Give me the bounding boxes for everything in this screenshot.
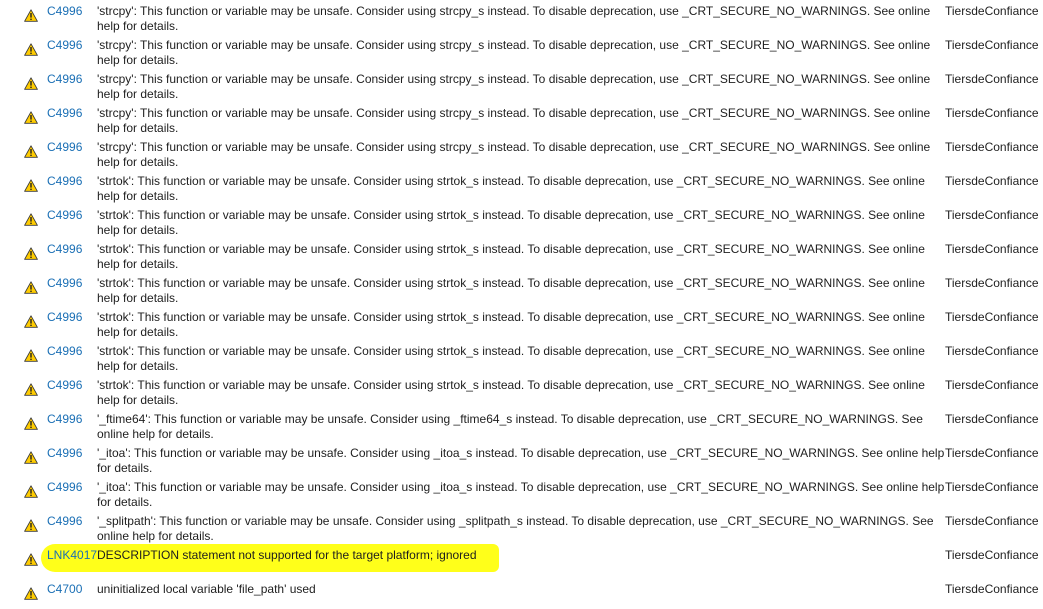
error-description: '_splitpath': This function or variable … xyxy=(97,514,934,543)
error-list-row[interactable]: C4996 '_itoa': This function or variable… xyxy=(0,476,1043,510)
warning-icon xyxy=(24,485,38,498)
error-code-link[interactable]: C4996 xyxy=(47,72,82,87)
error-description: uninitialized local variable 'file_path'… xyxy=(97,582,316,596)
error-project: TiersdeConfiance xyxy=(945,548,1039,562)
error-description: '_itoa': This function or variable may b… xyxy=(97,480,945,509)
error-list-row[interactable]: C4996 'strcpy': This function or variabl… xyxy=(0,68,1043,102)
error-list-row[interactable]: C4996 'strtok': This function or variabl… xyxy=(0,306,1043,340)
error-list: C4996 'strcpy': This function or variabl… xyxy=(0,0,1043,608)
error-description: 'strcpy': This function or variable may … xyxy=(97,106,931,135)
error-code-link[interactable]: C4996 xyxy=(47,208,82,223)
warning-icon xyxy=(24,417,38,430)
error-code-link[interactable]: C4700 xyxy=(47,582,82,597)
error-project: TiersdeConfiance xyxy=(945,344,1039,358)
error-description: 'strtok': This function or variable may … xyxy=(97,174,925,203)
error-code-link[interactable]: C4996 xyxy=(47,276,82,291)
error-list-row[interactable]: C4996 'strcpy': This function or variabl… xyxy=(0,102,1043,136)
error-list-row[interactable]: C4996 '_ftime64': This function or varia… xyxy=(0,408,1043,442)
error-code-link[interactable]: C4996 xyxy=(47,106,82,121)
error-description: 'strtok': This function or variable may … xyxy=(97,208,925,237)
warning-icon xyxy=(24,349,38,362)
error-code-link[interactable]: C4996 xyxy=(47,514,82,529)
error-code-link[interactable]: C4996 xyxy=(47,446,82,461)
warning-icon xyxy=(24,179,38,192)
error-description: 'strtok': This function or variable may … xyxy=(97,378,925,407)
warning-icon xyxy=(24,111,38,124)
error-project: TiersdeConfiance xyxy=(945,242,1039,256)
error-list-row[interactable]: LNK4017 DESCRIPTION statement not suppor… xyxy=(0,544,1043,578)
error-list-row[interactable]: C4996 'strtok': This function or variabl… xyxy=(0,374,1043,408)
error-description: 'strtok': This function or variable may … xyxy=(97,242,925,271)
error-project: TiersdeConfiance xyxy=(945,446,1039,460)
error-list-row[interactable]: C4996 'strtok': This function or variabl… xyxy=(0,272,1043,306)
error-description: 'strcpy': This function or variable may … xyxy=(97,72,931,101)
error-list-row[interactable]: C4996 'strtok': This function or variabl… xyxy=(0,170,1043,204)
error-code-link[interactable]: C4996 xyxy=(47,38,82,53)
error-code-link[interactable]: C4996 xyxy=(47,174,82,189)
error-code-link[interactable]: C4996 xyxy=(47,310,82,325)
error-code-link[interactable]: C4996 xyxy=(47,242,82,257)
error-list-row[interactable]: C4996 'strtok': This function or variabl… xyxy=(0,204,1043,238)
error-project: TiersdeConfiance xyxy=(945,582,1039,596)
error-description: 'strcpy': This function or variable may … xyxy=(97,38,931,67)
error-description: 'strcpy': This function or variable may … xyxy=(97,4,931,33)
warning-icon xyxy=(24,315,38,328)
error-project: TiersdeConfiance xyxy=(945,38,1039,52)
error-description: 'strtok': This function or variable may … xyxy=(97,310,925,339)
error-description: 'strcpy': This function or variable may … xyxy=(97,140,931,169)
error-description: DESCRIPTION statement not supported for … xyxy=(97,548,477,562)
error-project: TiersdeConfiance xyxy=(945,480,1039,494)
warning-icon xyxy=(24,77,38,90)
warning-icon xyxy=(24,587,38,600)
error-project: TiersdeConfiance xyxy=(945,378,1039,392)
error-list-row[interactable]: C4700 uninitialized local variable 'file… xyxy=(0,578,1043,608)
error-list-row[interactable]: C4996 '_itoa': This function or variable… xyxy=(0,442,1043,476)
error-list-row[interactable]: C4996 'strtok': This function or variabl… xyxy=(0,238,1043,272)
warning-icon xyxy=(24,213,38,226)
error-project: TiersdeConfiance xyxy=(945,4,1039,18)
error-project: TiersdeConfiance xyxy=(945,174,1039,188)
error-project: TiersdeConfiance xyxy=(945,208,1039,222)
error-description: 'strtok': This function or variable may … xyxy=(97,276,925,305)
error-code-link[interactable]: C4996 xyxy=(47,140,82,155)
error-description: '_itoa': This function or variable may b… xyxy=(97,446,945,475)
error-code-link[interactable]: C4996 xyxy=(47,412,82,427)
error-list-row[interactable]: C4996 'strtok': This function or variabl… xyxy=(0,340,1043,374)
error-code-link[interactable]: C4996 xyxy=(47,344,82,359)
error-project: TiersdeConfiance xyxy=(945,72,1039,86)
error-code-link[interactable]: C4996 xyxy=(47,480,82,495)
error-project: TiersdeConfiance xyxy=(945,106,1039,120)
error-code-link[interactable]: LNK4017 xyxy=(47,548,97,563)
error-project: TiersdeConfiance xyxy=(945,276,1039,290)
error-project: TiersdeConfiance xyxy=(945,310,1039,324)
warning-icon xyxy=(24,451,38,464)
error-project: TiersdeConfiance xyxy=(945,514,1039,528)
warning-icon xyxy=(24,553,38,566)
warning-icon xyxy=(24,43,38,56)
error-description: '_ftime64': This function or variable ma… xyxy=(97,412,923,441)
warning-icon xyxy=(24,519,38,532)
error-code-link[interactable]: C4996 xyxy=(47,378,82,393)
warning-icon xyxy=(24,281,38,294)
error-list-row[interactable]: C4996 'strcpy': This function or variabl… xyxy=(0,0,1043,34)
warning-icon xyxy=(24,9,38,22)
error-list-row[interactable]: C4996 'strcpy': This function or variabl… xyxy=(0,136,1043,170)
error-list-row[interactable]: C4996 'strcpy': This function or variabl… xyxy=(0,34,1043,68)
warning-icon xyxy=(24,383,38,396)
error-description: 'strtok': This function or variable may … xyxy=(97,344,925,373)
error-code-link[interactable]: C4996 xyxy=(47,4,82,19)
warning-icon xyxy=(24,247,38,260)
error-list-row[interactable]: C4996 '_splitpath': This function or var… xyxy=(0,510,1043,544)
error-project: TiersdeConfiance xyxy=(945,140,1039,154)
warning-icon xyxy=(24,145,38,158)
error-project: TiersdeConfiance xyxy=(945,412,1039,426)
